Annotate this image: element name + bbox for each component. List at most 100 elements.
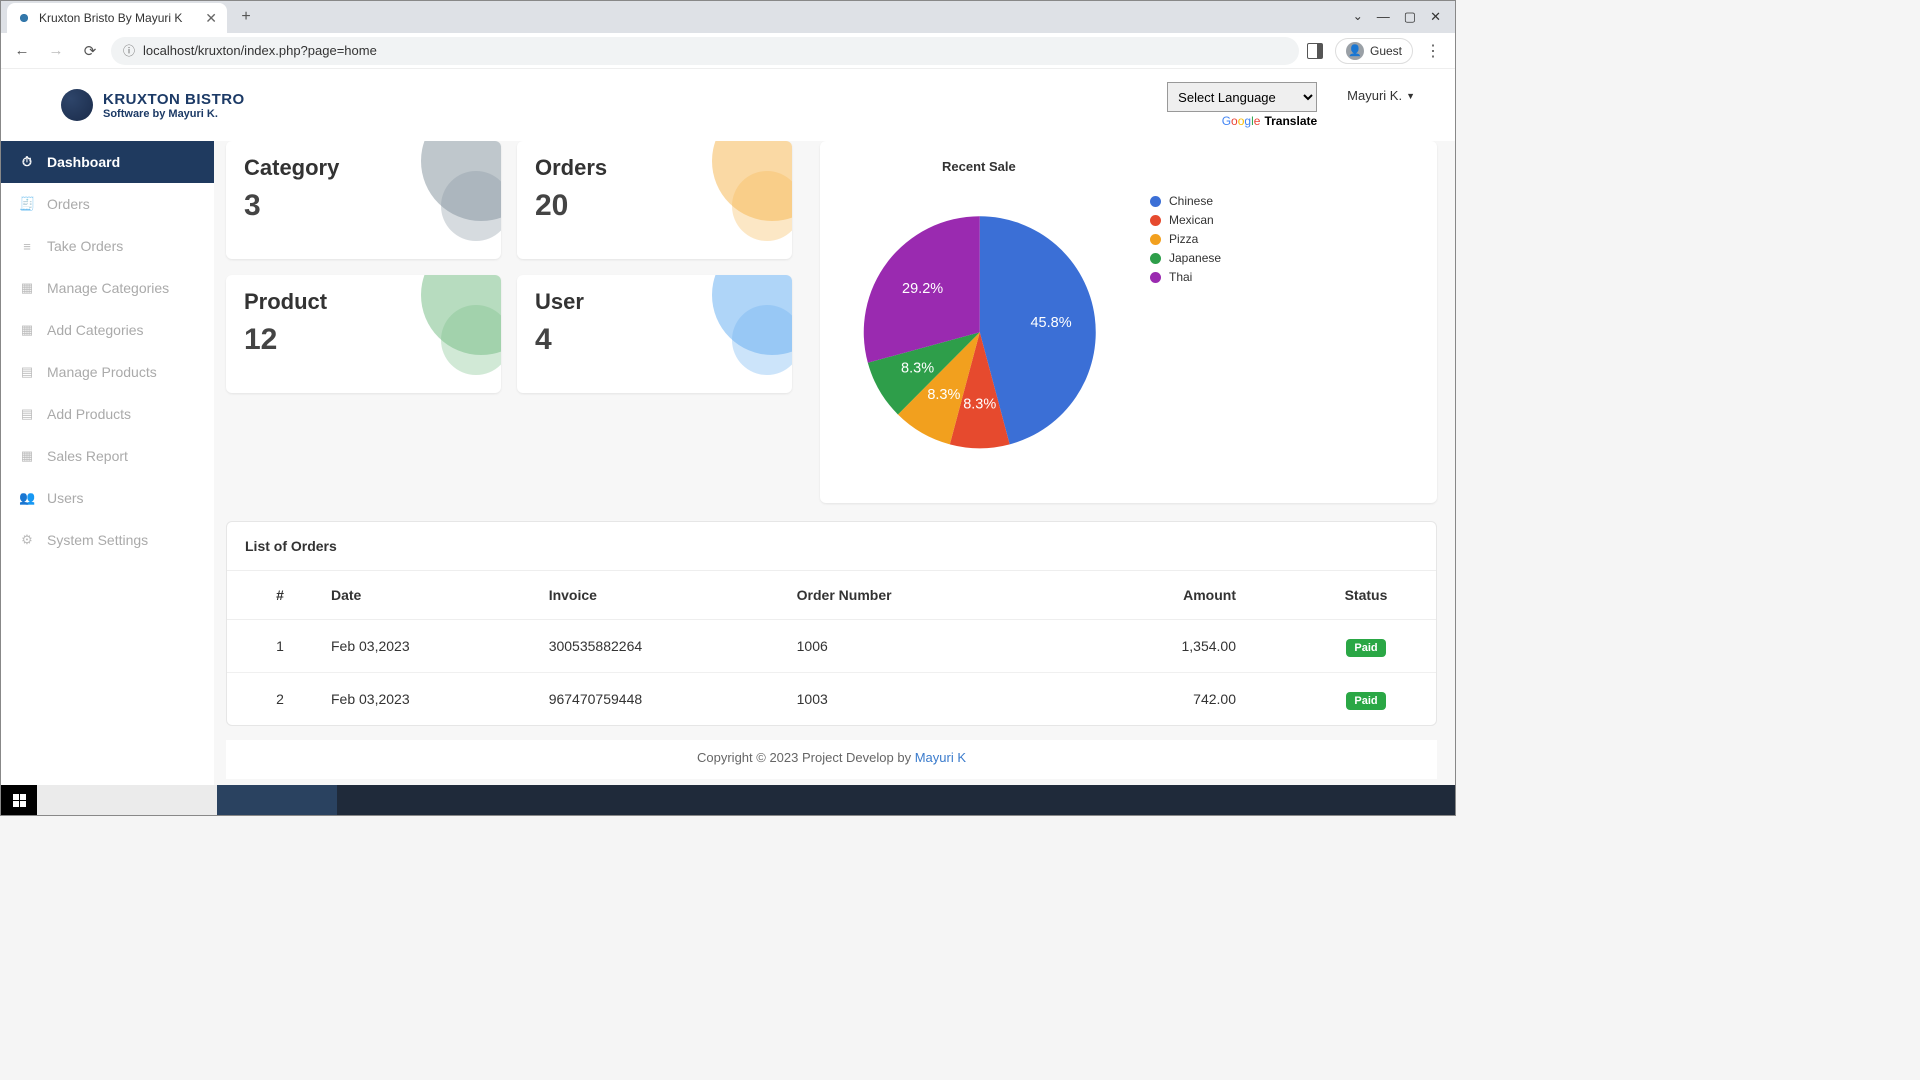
stat-card-user[interactable]: User 4 [517,275,792,393]
legend-dot-icon [1150,215,1161,226]
avatar-icon: 👤 [1346,42,1364,60]
sidebar-item-label: Sales Report [47,448,128,464]
sidebar-item-users[interactable]: 👥Users [1,477,214,519]
legend-label: Mexican [1169,213,1214,227]
table-row[interactable]: 1 Feb 03,2023 300535882264 1006 1,354.00… [227,620,1436,673]
status-badge: Paid [1346,692,1385,710]
sidebar-item-orders[interactable]: 🧾Orders [1,183,214,225]
browser-menu-button[interactable]: ⋮ [1425,41,1441,61]
stats-grid: Category 3 Orders 20 Product 12 User 4 [226,141,792,503]
site-info-icon[interactable]: ⓘ [123,42,135,59]
table-row[interactable]: 2 Feb 03,2023 967470759448 1003 742.00 P… [227,673,1436,726]
language-select[interactable]: Select Language [1167,82,1317,112]
legend-dot-icon [1150,196,1161,207]
legend-label: Thai [1169,270,1192,284]
legend-label: Japanese [1169,251,1221,265]
chart-title: Recent Sale [942,159,1415,174]
google-translate-link[interactable]: Google Translate [1222,114,1317,128]
pie-label: 45.8% [1030,315,1071,331]
sidebar-item-label: Add Products [47,406,131,422]
sidebar-item-label: Take Orders [47,238,123,254]
legend-item-mexican[interactable]: Mexican [1150,213,1221,227]
sidebar-item-sales-report[interactable]: ▦Sales Report [1,435,214,477]
google-logo-text: Google [1222,114,1261,128]
stat-card-product[interactable]: Product 12 [226,275,501,393]
pie-label: 8.3% [901,361,934,377]
sidebar-item-label: Manage Categories [47,280,169,296]
chart-card: Recent Sale 45.8%8.3%8.3%8.3%29.2% Chine… [820,141,1437,503]
column-header[interactable]: Order Number [783,571,1034,620]
taskbar-item-active[interactable] [217,785,337,815]
stat-card-orders[interactable]: Orders 20 [517,141,792,259]
logo[interactable]: KRUXTON BISTRO Software by Mayuri K. [61,89,245,121]
browser-tab-strip: Kruxton Bristo By Mayuri K ✕ + ⌄ — ▢ ✕ [1,1,1455,33]
close-tab-icon[interactable]: ✕ [205,10,217,27]
taskbar-item[interactable] [37,785,217,815]
legend-item-thai[interactable]: Thai [1150,270,1221,284]
pie-chart: 45.8%8.3%8.3%8.3%29.2% [842,180,1132,470]
browser-tab[interactable]: Kruxton Bristo By Mayuri K ✕ [7,3,227,33]
reload-button[interactable]: ⟳ [77,38,103,64]
table-title: List of Orders [227,522,1436,571]
column-header[interactable]: Status [1296,571,1436,620]
url-field[interactable]: ⓘ localhost/kruxton/index.php?page=home [111,37,1299,65]
sidebar-icon: ▤ [19,406,35,422]
sidebar-item-label: Users [47,490,84,506]
sidebar-item-system-settings[interactable]: ⚙System Settings [1,519,214,561]
pie-label: 29.2% [902,281,943,297]
windows-icon [13,794,26,807]
start-button[interactable] [1,785,37,815]
favicon-icon [17,11,31,25]
orders-table-card: List of Orders #DateInvoiceOrder NumberA… [226,521,1437,726]
column-header[interactable]: # [227,571,317,620]
footer-link[interactable]: Mayuri K [915,750,966,765]
minimize-button[interactable]: — [1377,9,1390,25]
side-panel-icon[interactable] [1307,43,1323,59]
legend-item-japanese[interactable]: Japanese [1150,251,1221,265]
sidebar-item-dashboard[interactable]: ⏱ Dashboard [1,141,214,183]
sidebar-item-add-categories[interactable]: ▦ Add Categories [1,309,214,351]
legend-item-chinese[interactable]: Chinese [1150,194,1221,208]
new-tab-button[interactable]: + [233,4,259,30]
brand-name: KRUXTON BISTRO [103,91,245,108]
sidebar-icon: ▦ [19,322,35,338]
tab-chevron-icon[interactable]: ⌄ [1353,9,1363,25]
back-button[interactable]: ← [9,38,35,64]
legend-dot-icon [1150,253,1161,264]
stat-card-category[interactable]: Category 3 [226,141,501,259]
main-content: Category 3 Orders 20 Product 12 User 4 R… [214,141,1455,785]
sidebar-icon: ≡ [19,239,35,254]
sidebar-item-label: Add Categories [47,322,144,338]
sidebar-item-take-orders[interactable]: ≡ Take Orders [1,225,214,267]
translate-label: Translate [1264,114,1317,128]
window-controls: ⌄ — ▢ ✕ [1339,9,1455,25]
sidebar-icon: 🧾 [19,196,35,212]
status-badge: Paid [1346,639,1385,657]
chart-legend: Chinese Mexican Pizza Japanese Thai [1150,194,1221,470]
address-bar: ← → ⟳ ⓘ localhost/kruxton/index.php?page… [1,33,1455,69]
column-header[interactable]: Invoice [535,571,783,620]
legend-dot-icon [1150,272,1161,283]
sidebar-icon: ⏱ [19,154,35,170]
brand-subtitle: Software by Mayuri K. [103,108,245,120]
legend-label: Chinese [1169,194,1213,208]
maximize-button[interactable]: ▢ [1404,9,1416,25]
column-header[interactable]: Amount [1034,571,1296,620]
sidebar-item-manage-categories[interactable]: ▦Manage Categories [1,267,214,309]
profile-label: Guest [1370,44,1402,58]
app-header: KRUXTON BISTRO Software by Mayuri K. Sel… [1,69,1455,141]
sidebar-item-label: Dashboard [47,154,120,170]
profile-button[interactable]: 👤 Guest [1335,38,1413,64]
column-header[interactable]: Date [317,571,535,620]
taskbar [1,785,1455,815]
user-menu[interactable]: Mayuri K. ▼ [1347,88,1415,103]
user-name: Mayuri K. [1347,88,1402,103]
forward-button[interactable]: → [43,38,69,64]
footer-text: Copyright © 2023 Project Develop by [697,750,915,765]
sidebar-item-add-products[interactable]: ▤ Add Products [1,393,214,435]
close-window-button[interactable]: ✕ [1430,9,1441,25]
sidebar-item-manage-products[interactable]: ▤Manage Products [1,351,214,393]
url-text: localhost/kruxton/index.php?page=home [143,43,377,58]
legend-item-pizza[interactable]: Pizza [1150,232,1221,246]
sidebar-item-label: Manage Products [47,364,157,380]
